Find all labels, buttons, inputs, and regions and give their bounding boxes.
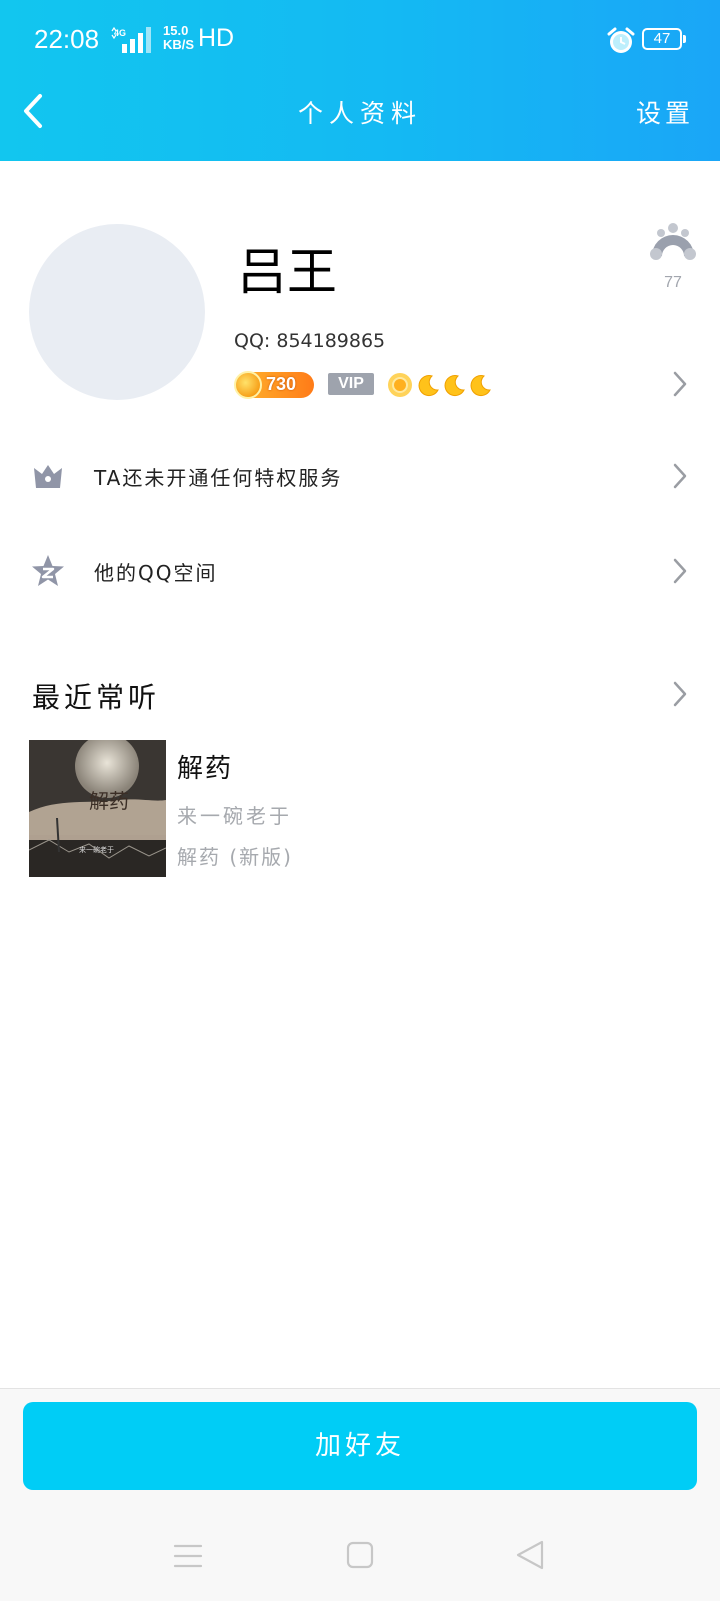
hd-label: HD (198, 24, 235, 52)
privilege-label: TA还未开通任何特权服务 (94, 466, 343, 490)
vip-badge: VIP (328, 373, 374, 395)
nav-bar: 个人资料 设置 (0, 80, 720, 160)
home-icon[interactable] (346, 1541, 374, 1569)
rainbow-icon[interactable] (648, 218, 698, 264)
system-nav-bar (0, 1519, 720, 1599)
bottom-bar: 加好友 (0, 1388, 720, 1601)
chevron-right-icon[interactable] (672, 370, 688, 398)
settings-button[interactable]: 设置 (636, 94, 694, 130)
song-artist: 来一碗老于 (177, 804, 292, 828)
battery-icon: 47 (642, 28, 686, 50)
sun-icon (388, 373, 412, 397)
moon-icon (470, 375, 491, 397)
menu-icon[interactable] (173, 1541, 203, 1571)
status-bar: 22:08 4G 15.0 KB/S HD 47 (0, 0, 720, 80)
qq-number: QQ: 854189865 (234, 330, 386, 352)
add-friend-button[interactable]: 加好友 (23, 1402, 697, 1490)
svg-text:4G: 4G (114, 28, 126, 38)
header: 22:08 4G 15.0 KB/S HD 47 个人资料 设置 (0, 0, 720, 161)
level-number: 730 (266, 374, 297, 394)
privilege-row[interactable]: TA还未开通任何特权服务 (0, 441, 720, 511)
like-count: 77 (664, 274, 682, 291)
status-time: 22:08 (34, 24, 100, 54)
alarm-icon (607, 27, 635, 53)
coin-icon (234, 371, 262, 399)
page-title: 个人资料 (297, 99, 422, 128)
svg-text:来一碗老于: 来一碗老于 (79, 845, 114, 854)
moon-icon (418, 375, 439, 397)
network-speed: 15.0 KB/S (163, 23, 195, 52)
back-triangle-icon[interactable] (514, 1539, 546, 1571)
qzone-label: 他的QQ空间 (94, 561, 218, 585)
chevron-right-icon (673, 463, 687, 489)
song-album: 解药 (新版) (177, 845, 293, 869)
qzone-row[interactable]: 他的QQ空间 (0, 536, 720, 606)
chevron-right-icon[interactable] (672, 680, 688, 708)
avatar[interactable] (29, 224, 205, 400)
profile-name: 吕王 (237, 243, 337, 301)
moon-icon (444, 375, 465, 397)
qzone-star-icon (32, 555, 64, 586)
album-cover[interactable]: 解药 来一碗老于 (29, 740, 166, 877)
album-cover-art: 解药 来一碗老于 (29, 740, 166, 877)
chevron-right-icon (673, 558, 687, 584)
level-badge: 730 (234, 371, 314, 399)
song-title: 解药 (177, 754, 234, 784)
crown-icon (34, 465, 62, 488)
signal-icon: 4G (111, 26, 151, 53)
svg-text:解药: 解药 (89, 789, 129, 813)
level-badges[interactable]: 730 VIP (234, 370, 534, 400)
recent-title: 最近常听 (32, 681, 161, 714)
